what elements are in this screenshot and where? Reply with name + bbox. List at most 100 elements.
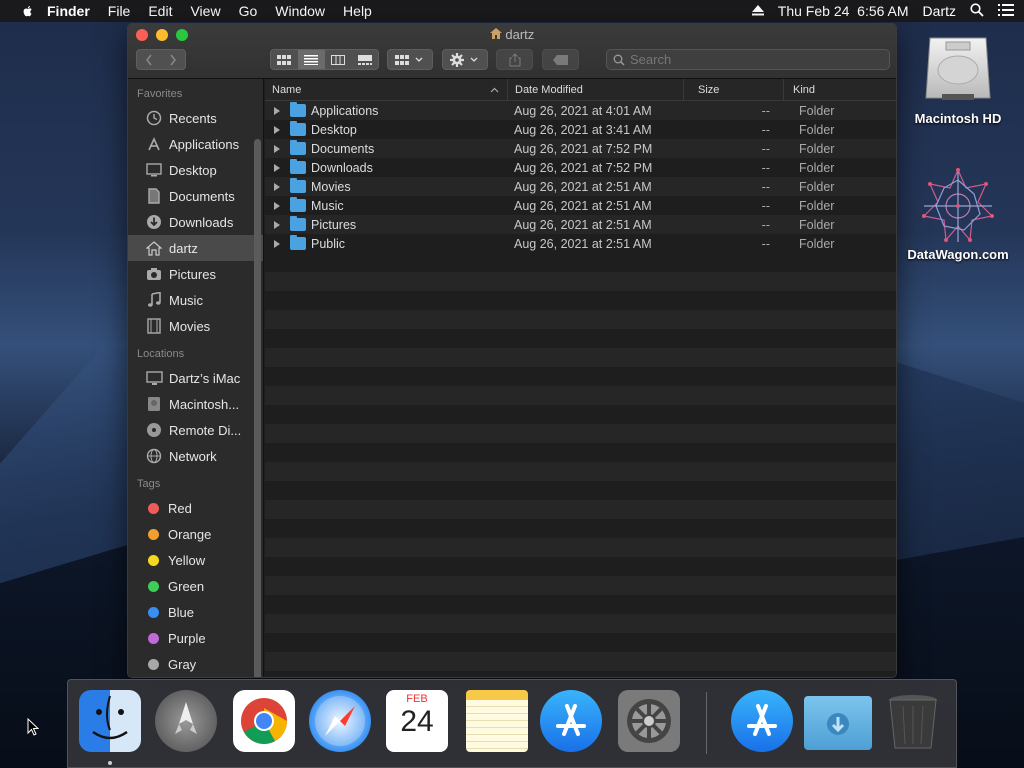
sidebar-item-label: dartz — [169, 240, 198, 256]
gallery-view-button[interactable] — [351, 50, 378, 69]
file-name: Downloads — [311, 160, 373, 175]
file-size: -- — [761, 122, 770, 137]
sidebar-item-applications[interactable]: Applications — [128, 131, 263, 157]
menu-app-name[interactable]: Finder — [47, 3, 90, 19]
column-header-size[interactable]: Size — [684, 78, 784, 101]
sidebar-item-recents[interactable]: Recents — [128, 105, 263, 131]
notes-icon[interactable] — [466, 690, 528, 752]
table-row[interactable]: Desktop Aug 26, 2021 at 3:41 AM -- Folder — [265, 120, 896, 139]
file-size: -- — [761, 103, 770, 118]
sidebar-scrollbar[interactable] — [254, 139, 261, 677]
column-header-name[interactable]: Name — [265, 78, 508, 101]
sidebar-item-downloads[interactable]: Downloads — [128, 209, 263, 235]
back-button[interactable] — [137, 50, 161, 69]
sidebar-tag-purple[interactable]: Purple — [128, 625, 263, 651]
search-input[interactable] — [630, 52, 860, 67]
table-row[interactable]: Downloads Aug 26, 2021 at 7:52 PM -- Folder — [265, 158, 896, 177]
table-row[interactable]: Music Aug 26, 2021 at 2:51 AM -- Folder — [265, 196, 896, 215]
sidebar-tag-green[interactable]: Green — [128, 573, 263, 599]
sidebar-item-label: Green — [168, 578, 205, 594]
column-view-button[interactable] — [325, 50, 352, 69]
title-bar[interactable]: dartz — [128, 24, 896, 79]
table-row[interactable]: Movies Aug 26, 2021 at 2:51 AM -- Folder — [265, 177, 896, 196]
sidebar-tag-red[interactable]: Red — [128, 495, 263, 521]
icon-view-button[interactable] — [271, 50, 298, 69]
column-header-row: Name Date Modified Size Kind — [265, 78, 896, 101]
finder-window: dartz Search Favorites Recents Applicati… — [127, 23, 897, 678]
empty-row — [265, 348, 896, 367]
desktop-icon-datawagon[interactable]: DataWagon.com — [903, 166, 1013, 262]
folder-icon — [290, 159, 306, 174]
sidebar-item-macintosh-hd[interactable]: Macintosh... — [128, 391, 263, 417]
group-by-button[interactable] — [387, 49, 433, 70]
finder-icon[interactable] — [79, 690, 141, 752]
empty-row — [265, 557, 896, 576]
calendar-icon[interactable]: FEB 24 — [386, 690, 448, 752]
desktop-icon-macintosh-hd[interactable]: Macintosh HD — [903, 30, 1013, 126]
table-row[interactable]: Pictures Aug 26, 2021 at 2:51 AM -- Folder — [265, 215, 896, 234]
apple-icon[interactable] — [21, 4, 35, 18]
system-preferences-icon[interactable] — [618, 690, 680, 752]
sidebar-tag-blue[interactable]: Blue — [128, 599, 263, 625]
column-header-kind[interactable]: Kind — [784, 79, 896, 101]
sidebar-item-music[interactable]: Music — [128, 287, 263, 313]
sidebar-item-imac[interactable]: Dartz’s iMac — [128, 365, 263, 391]
menu-view[interactable]: View — [190, 3, 220, 19]
calendar-month: FEB — [406, 693, 428, 705]
safari-icon[interactable] — [309, 690, 371, 752]
sidebar-tag-yellow[interactable]: Yellow — [128, 547, 263, 573]
sidebar-item-desktop[interactable]: Desktop — [128, 157, 263, 183]
tag-button[interactable] — [542, 49, 579, 70]
menubar-user[interactable]: Dartz — [923, 3, 956, 19]
search-field[interactable] — [606, 49, 890, 70]
action-menu-button[interactable] — [442, 49, 488, 70]
menu-file[interactable]: File — [108, 3, 131, 19]
sidebar-item-dartz[interactable]: dartz — [128, 235, 263, 261]
folder-icon — [290, 102, 306, 117]
disclosure-triangle-icon[interactable] — [274, 106, 280, 115]
table-row[interactable]: Public Aug 26, 2021 at 2:51 AM -- Folder — [265, 234, 896, 253]
table-row[interactable]: Documents Aug 26, 2021 at 7:52 PM -- Folder — [265, 139, 896, 158]
sidebar-item-pictures[interactable]: Pictures — [128, 261, 263, 287]
table-row[interactable]: Applications Aug 26, 2021 at 4:01 AM -- Fol… — [265, 101, 896, 120]
sort-ascending-icon — [490, 87, 499, 92]
forward-button[interactable] — [161, 50, 185, 69]
disclosure-triangle-icon[interactable] — [274, 125, 280, 134]
empty-row — [265, 253, 896, 272]
sidebar-section-tags: Tags — [137, 478, 161, 490]
column-header-date[interactable]: Date Modified — [508, 78, 684, 101]
desktop-icon — [145, 161, 163, 179]
sidebar-item-network[interactable]: Network — [128, 443, 263, 469]
menu-edit[interactable]: Edit — [148, 3, 172, 19]
app-store-download-icon[interactable] — [731, 690, 793, 752]
sidebar-item-documents[interactable]: Documents — [128, 183, 263, 209]
disclosure-triangle-icon[interactable] — [274, 220, 280, 229]
window-title: dartz — [128, 27, 896, 42]
chrome-icon[interactable] — [233, 690, 295, 752]
sidebar-tag-gray[interactable]: Gray — [128, 651, 263, 677]
trash-icon[interactable] — [886, 690, 940, 752]
sidebar-item-movies[interactable]: Movies — [128, 313, 263, 339]
menubar-clock[interactable]: Thu Feb 24 6:56 AM — [778, 3, 909, 19]
disclosure-triangle-icon[interactable] — [274, 163, 280, 172]
share-button[interactable] — [496, 49, 533, 70]
sidebar-item-remote-disc[interactable]: Remote Di... — [128, 417, 263, 443]
launchpad-icon[interactable] — [155, 690, 217, 752]
notification-center-icon[interactable] — [998, 3, 1014, 19]
menu-window[interactable]: Window — [275, 3, 325, 19]
sidebar-tag-orange[interactable]: Orange — [128, 521, 263, 547]
downloads-folder-icon[interactable] — [804, 696, 872, 750]
disclosure-triangle-icon[interactable] — [274, 239, 280, 248]
spotlight-search-icon[interactable] — [970, 2, 984, 20]
empty-row — [265, 386, 896, 405]
mouse-pointer-icon — [27, 717, 40, 741]
disclosure-triangle-icon[interactable] — [274, 144, 280, 153]
empty-row — [265, 500, 896, 519]
menu-go[interactable]: Go — [239, 3, 258, 19]
list-view-button[interactable] — [297, 50, 325, 69]
disclosure-triangle-icon[interactable] — [274, 182, 280, 191]
eject-icon[interactable] — [751, 3, 764, 19]
menu-help[interactable]: Help — [343, 3, 372, 19]
app-store-icon[interactable] — [540, 690, 602, 752]
disclosure-triangle-icon[interactable] — [274, 201, 280, 210]
